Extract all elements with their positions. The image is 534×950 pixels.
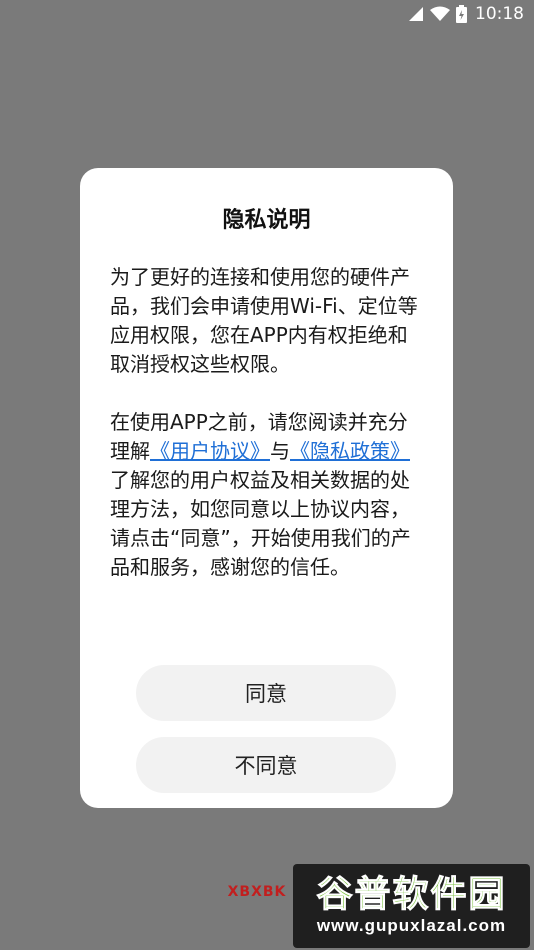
paragraph-2-suffix: 了解您的用户权益及相关数据的处理方法，如您同意以上协议内容，请点击“同意”，开始… [110,468,411,579]
battery-icon [456,5,467,23]
wifi-icon [430,6,450,21]
status-time: 10:18 [475,4,524,24]
watermark-url: www.gupuxlazal.com [316,916,507,935]
signal-icon [409,7,423,21]
status-icons [404,5,467,23]
paragraph-2-middle: 与 [270,439,290,463]
privacy-paragraph-2: 在使用APP之前，请您阅读并充分理解《用户协议》与《隐私政策》了解您的用户权益及… [110,408,423,582]
privacy-policy-link[interactable]: 《隐私政策》 [290,439,410,463]
watermark-logo-left: XBXBK [227,884,287,900]
disagree-button[interactable]: 不同意 [136,737,396,793]
privacy-dialog: 隐私说明 为了更好的连接和使用您的硬件产品，我们会申请使用Wi-Fi、定位等应用… [80,168,453,808]
agree-button[interactable]: 同意 [136,665,396,721]
status-bar: 10:18 [0,0,534,28]
watermark-badge: 谷普软件园 www.gupuxlazal.com [293,864,530,948]
watermark-title: 谷普软件园 [316,874,507,915]
privacy-paragraph-1: 为了更好的连接和使用您的硬件产品，我们会申请使用Wi-Fi、定位等应用权限，您在… [110,265,418,376]
dialog-title: 隐私说明 [222,208,311,233]
user-agreement-link[interactable]: 《用户协议》 [150,439,270,463]
